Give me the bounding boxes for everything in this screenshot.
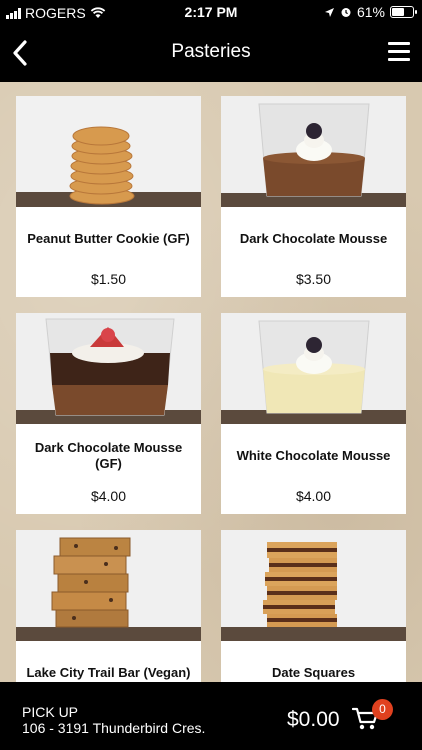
- product-photo-dark-mousse-gf: [16, 313, 201, 424]
- page-title: Pasteries: [171, 41, 251, 62]
- product-name: Date Squares: [271, 665, 356, 680]
- product-name: Peanut Butter Cookie (GF): [27, 231, 190, 246]
- cart-total: $0.00: [287, 708, 340, 731]
- product-photo-trail-bar: [16, 530, 201, 641]
- pickup-location[interactable]: PICK UP 106 - 3191 Thunderbird Cres.: [22, 704, 205, 736]
- product-price: $1.50: [90, 271, 127, 287]
- location-arrow-icon: [324, 7, 334, 17]
- status-right: 61%: [324, 4, 417, 20]
- battery-percent: 61%: [356, 4, 385, 20]
- battery-icon: [390, 6, 417, 18]
- product-name: Lake City Trail Bar (Vegan): [26, 665, 191, 680]
- product-name: White Chocolate Mousse: [236, 448, 391, 463]
- product-photo-date-squares: [221, 530, 406, 641]
- product-card[interactable]: Dark Chocolate Mousse $3.50: [221, 96, 406, 297]
- product-card[interactable]: Peanut Butter Cookie (GF) $1.50: [16, 96, 201, 297]
- status-bar: ROGERS 2:17 PM 61%: [0, 0, 422, 26]
- product-price: $3.50: [295, 271, 332, 287]
- cart-count-badge: 0: [372, 699, 393, 720]
- product-photo-dark-mousse: [221, 96, 406, 207]
- product-card[interactable]: Dark Chocolate Mousse (GF) $4.00: [16, 313, 201, 514]
- product-card[interactable]: Lake City Trail Bar (Vegan): [16, 530, 201, 682]
- product-photo-cookie: [16, 96, 201, 207]
- product-card[interactable]: White Chocolate Mousse $4.00: [221, 313, 406, 514]
- nav-bar: Pasteries: [0, 26, 422, 82]
- pickup-address: 106 - 3191 Thunderbird Cres.: [22, 720, 206, 736]
- order-bar: PICK UP 106 - 3191 Thunderbird Cres. $0.…: [0, 682, 422, 750]
- product-name: Dark Chocolate Mousse: [239, 231, 388, 246]
- order-mode-label: PICK UP: [22, 704, 79, 720]
- product-price: $4.00: [90, 488, 127, 504]
- product-price: $4.00: [295, 488, 332, 504]
- product-photo-white-mousse: [221, 313, 406, 424]
- alarm-clock-icon: [341, 8, 351, 17]
- hamburger-menu-icon[interactable]: [388, 42, 410, 62]
- product-name: Dark Chocolate Mousse (GF): [34, 440, 183, 471]
- product-card[interactable]: Date Squares: [221, 530, 406, 682]
- product-list[interactable]: Peanut Butter Cookie (GF) $1.50 Dark Cho…: [0, 82, 422, 682]
